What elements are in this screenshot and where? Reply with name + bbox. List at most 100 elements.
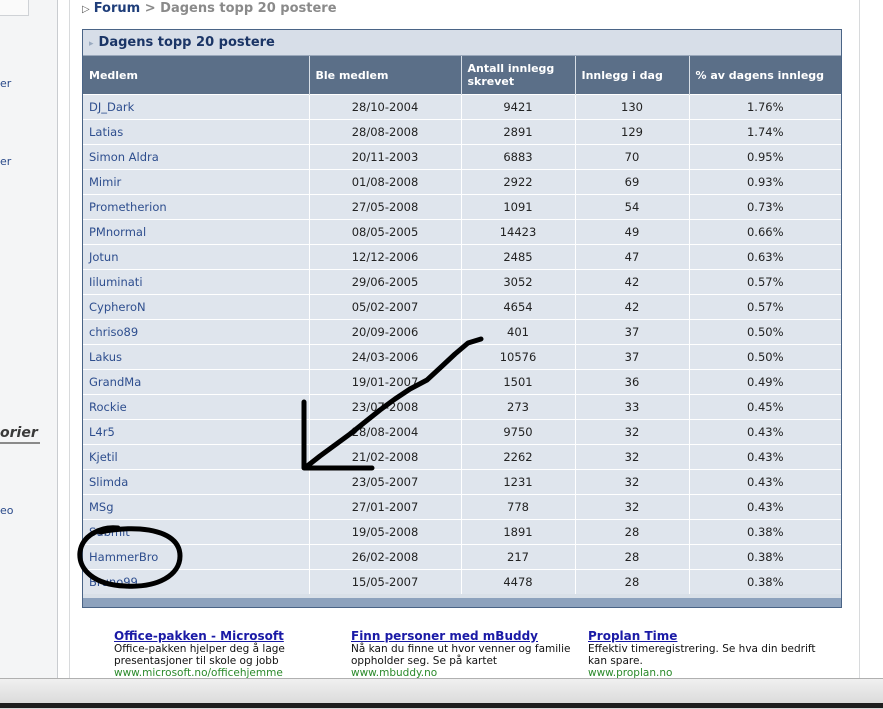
total-posts: 2262 xyxy=(461,444,576,470)
ad-title-link[interactable]: Office-pakken - Microsoft xyxy=(114,630,344,642)
sidebar-top-box xyxy=(0,0,29,16)
member-name-link[interactable]: Iiluminati xyxy=(83,269,310,295)
member-name-link[interactable]: L4r5 xyxy=(83,419,310,445)
posts-today: 32 xyxy=(575,444,690,470)
percent-today: 0.63% xyxy=(689,244,841,270)
top-posters-table: Medlem Ble medlem Antall innlegg skrevet… xyxy=(83,56,841,594)
joined-date: 19/01-2007 xyxy=(309,369,462,395)
breadcrumb-arrow-icon: ▷ xyxy=(82,4,90,15)
total-posts: 9750 xyxy=(461,419,576,445)
percent-today: 0.57% xyxy=(689,269,841,295)
column-header-posts-today[interactable]: Innlegg i dag xyxy=(575,56,690,95)
posts-today: 28 xyxy=(575,569,690,594)
table-row: Simon Aldra 20/11-2003 6883 70 0.95% xyxy=(83,144,841,170)
table-row: Slimda 23/05-2007 1231 32 0.43% xyxy=(83,469,841,495)
member-name-link[interactable]: GrandMa xyxy=(83,369,310,395)
breadcrumb: ▷ Forum > Dagens topp 20 postere xyxy=(82,1,337,16)
column-header-joined[interactable]: Ble medlem xyxy=(309,56,462,95)
member-name-link[interactable]: Kjetil xyxy=(83,444,310,470)
percent-today: 0.95% xyxy=(689,144,841,170)
member-name-link[interactable]: chriso89 xyxy=(83,319,310,345)
total-posts: 2922 xyxy=(461,169,576,195)
member-name-link[interactable]: Simon Aldra xyxy=(83,144,310,170)
table-row: Iiluminati 29/06-2005 3052 42 0.57% xyxy=(83,269,841,295)
posts-today: 42 xyxy=(575,294,690,320)
total-posts: 1231 xyxy=(461,469,576,495)
joined-date: 28/10-2004 xyxy=(309,94,462,120)
posts-today: 32 xyxy=(575,494,690,520)
joined-date: 05/02-2007 xyxy=(309,294,462,320)
panel-title-bar: ▸ Dagens topp 20 postere xyxy=(83,30,841,56)
joined-date: 29/06-2005 xyxy=(309,269,462,295)
member-name-link[interactable]: Mimir xyxy=(83,169,310,195)
joined-date: 27/05-2008 xyxy=(309,194,462,220)
member-name-link[interactable]: Lakus xyxy=(83,344,310,370)
member-name-link[interactable]: Slimda xyxy=(83,469,310,495)
table-row: L4r5 28/08-2004 9750 32 0.43% xyxy=(83,419,841,445)
column-header-percent-today[interactable]: % av dagens innlegg xyxy=(689,56,841,95)
total-posts: 217 xyxy=(461,544,576,570)
total-posts: 14423 xyxy=(461,219,576,245)
total-posts: 9421 xyxy=(461,94,576,120)
breadcrumb-separator: > xyxy=(144,1,156,16)
posts-today: 37 xyxy=(575,344,690,370)
total-posts: 6883 xyxy=(461,144,576,170)
joined-date: 01/08-2008 xyxy=(309,169,462,195)
posts-today: 36 xyxy=(575,369,690,395)
sidebar-heading-fragment: orier xyxy=(0,425,40,444)
member-name-link[interactable]: CypheroN xyxy=(83,294,310,320)
table-row: Submit 19/05-2008 1891 28 0.38% xyxy=(83,519,841,545)
top-posters-panel: ▸ Dagens topp 20 postere Medlem Ble medle… xyxy=(82,29,842,608)
table-row: chriso89 20/09-2006 401 37 0.50% xyxy=(83,319,841,345)
table-row: DJ_Dark 28/10-2004 9421 130 1.76% xyxy=(83,94,841,120)
percent-today: 0.49% xyxy=(689,369,841,395)
breadcrumb-forum-link[interactable]: Forum xyxy=(94,1,141,16)
member-name-link[interactable]: MSg xyxy=(83,494,310,520)
member-name-link[interactable]: PMnormal xyxy=(83,219,310,245)
member-name-link[interactable]: Submit xyxy=(83,519,310,545)
table-header-row: Medlem Ble medlem Antall innlegg skrevet… xyxy=(83,56,841,95)
ad-text: Office-pakken hjelper deg å lage present… xyxy=(114,643,285,667)
joined-date: 23/05-2007 xyxy=(309,469,462,495)
total-posts: 3052 xyxy=(461,269,576,295)
posts-today: 37 xyxy=(575,319,690,345)
sidebar-link-fragment[interactable]: er xyxy=(0,77,11,90)
ad-text: Nå kan du finne ut hvor venner og famili… xyxy=(351,643,571,667)
total-posts: 778 xyxy=(461,494,576,520)
total-posts: 10576 xyxy=(461,344,576,370)
total-posts: 273 xyxy=(461,394,576,420)
table-row: Bruno99 15/05-2007 4478 28 0.38% xyxy=(83,569,841,594)
column-header-member[interactable]: Medlem xyxy=(83,56,310,95)
member-name-link[interactable]: Prometherion xyxy=(83,194,310,220)
member-name-link[interactable]: Rockie xyxy=(83,394,310,420)
posts-today: 28 xyxy=(575,544,690,570)
total-posts: 4654 xyxy=(461,294,576,320)
table-row: PMnormal 08/05-2005 14423 49 0.66% xyxy=(83,219,841,245)
ad-text: Effektiv timeregistrering. Se hva din be… xyxy=(588,643,816,667)
member-name-link[interactable]: HammerBro xyxy=(83,544,310,570)
posts-today: 32 xyxy=(575,469,690,495)
taskbar-edge xyxy=(0,703,883,708)
sidebar-link-fragment[interactable]: eo xyxy=(0,504,14,517)
table-row: Prometherion 27/05-2008 1091 54 0.73% xyxy=(83,194,841,220)
joined-date: 20/09-2006 xyxy=(309,319,462,345)
ad-title-link[interactable]: Finn personer med mBuddy xyxy=(351,630,581,642)
ad-title-link[interactable]: Proplan Time xyxy=(588,630,818,642)
percent-today: 0.38% xyxy=(689,569,841,594)
posts-today: 49 xyxy=(575,219,690,245)
member-name-link[interactable]: Latias xyxy=(83,119,310,145)
percent-today: 0.57% xyxy=(689,294,841,320)
percent-today: 1.76% xyxy=(689,94,841,120)
posts-today: 69 xyxy=(575,169,690,195)
joined-date: 12/12-2006 xyxy=(309,244,462,270)
member-name-link[interactable]: Jotun xyxy=(83,244,310,270)
column-header-total-posts[interactable]: Antall innlegg skrevet xyxy=(461,56,576,95)
table-row: Mimir 01/08-2008 2922 69 0.93% xyxy=(83,169,841,195)
member-name-link[interactable]: DJ_Dark xyxy=(83,94,310,120)
left-sidebar: er er orier eo xyxy=(0,0,58,678)
sidebar-link-fragment[interactable]: er xyxy=(0,155,11,168)
total-posts: 1501 xyxy=(461,369,576,395)
member-name-link[interactable]: Bruno99 xyxy=(83,569,310,594)
percent-today: 0.45% xyxy=(689,394,841,420)
table-row: Kjetil 21/02-2008 2262 32 0.43% xyxy=(83,444,841,470)
